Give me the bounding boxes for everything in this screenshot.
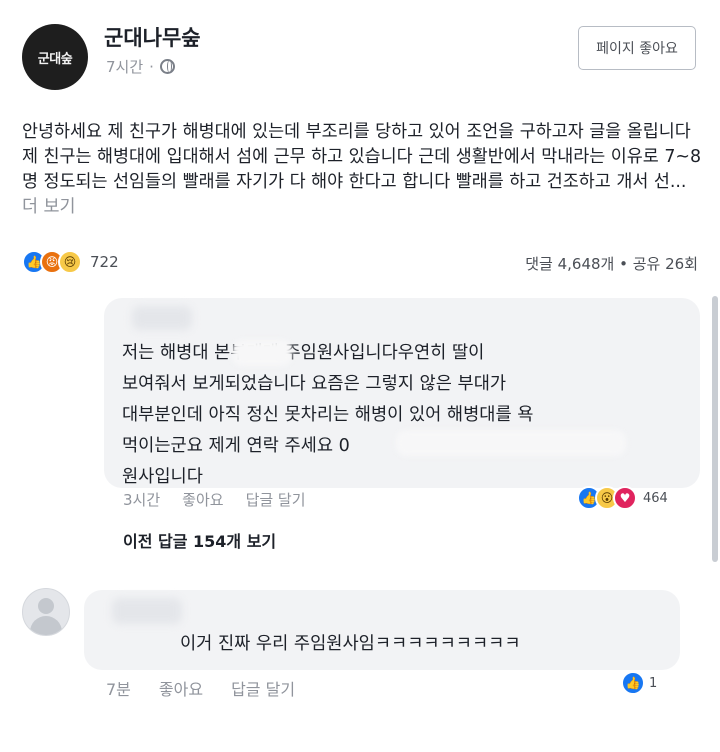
comment-reaction-count: 464 bbox=[643, 490, 668, 506]
post-meta: 7시간 · bbox=[106, 56, 175, 77]
like-reaction-icon: 👍 bbox=[621, 671, 645, 695]
post-time[interactable]: 7시간 bbox=[106, 56, 143, 77]
comment-like-button[interactable]: 좋아요 bbox=[182, 489, 223, 510]
comment-time[interactable]: 3시간 bbox=[123, 489, 160, 510]
redacted-commenter-name bbox=[112, 598, 182, 624]
comment-reactions[interactable]: 👍 1 bbox=[621, 671, 657, 695]
reaction-count: 722 bbox=[90, 253, 119, 271]
comment-reaction-count: 1 bbox=[649, 675, 658, 691]
scrollbar[interactable] bbox=[712, 296, 718, 562]
post-reactions[interactable]: 👍 😡 😢 722 bbox=[22, 250, 119, 274]
comment-like-button[interactable]: 좋아요 bbox=[159, 676, 203, 700]
globe-icon bbox=[159, 59, 175, 74]
meta-separator: · bbox=[149, 57, 154, 76]
comment-text: 저는 해병대 본부대대 주임원사입니다우연히 딸이 보여줘서 보게되었습니다 요… bbox=[122, 343, 534, 487]
avatar-shoulders-shape bbox=[30, 616, 62, 635]
redacted-phone-number bbox=[396, 430, 626, 456]
see-more-link[interactable]: 더 보기 bbox=[22, 197, 76, 217]
comment-reactions[interactable]: 👍 😮 ♥ 464 bbox=[577, 486, 668, 510]
comment-reply-button[interactable]: 답글 달기 bbox=[246, 489, 306, 510]
comment-actions: 3시간 좋아요 답글 달기 bbox=[123, 489, 306, 510]
page-name[interactable]: 군대나무숲 bbox=[104, 22, 201, 52]
comment-actions: 7분 좋아요 답글 달기 bbox=[106, 676, 295, 700]
sad-reaction-icon: 😢 bbox=[58, 250, 82, 274]
avatar-head-shape bbox=[38, 598, 54, 614]
commenter-avatar[interactable] bbox=[22, 588, 70, 636]
post-text: 안녕하세요 제 친구가 해병대에 있는데 부조리를 당하고 있어 조언을 구하고… bbox=[22, 120, 702, 220]
comment-reply-button[interactable]: 답글 달기 bbox=[231, 676, 295, 700]
like-page-button[interactable]: 페이지 좋아요 bbox=[578, 26, 696, 70]
post-stats[interactable]: 댓글 4,648개 • 공유 26회 bbox=[525, 253, 698, 274]
post-body-text: 안녕하세요 제 친구가 해병대에 있는데 부조리를 당하고 있어 조언을 구하고… bbox=[22, 122, 702, 192]
comment-text: 이거 진짜 우리 주임원사임ㅋㅋㅋㅋㅋㅋㅋㅋㅋ bbox=[180, 634, 521, 654]
view-previous-replies-link[interactable]: 이전 답글 154개 보기 bbox=[123, 528, 276, 552]
comment-time[interactable]: 7분 bbox=[106, 676, 131, 700]
redacted-text bbox=[232, 340, 292, 366]
page-avatar[interactable]: 군대숲 bbox=[22, 24, 88, 90]
love-reaction-icon: ♥ bbox=[613, 486, 637, 510]
redacted-commenter-name bbox=[132, 306, 192, 330]
